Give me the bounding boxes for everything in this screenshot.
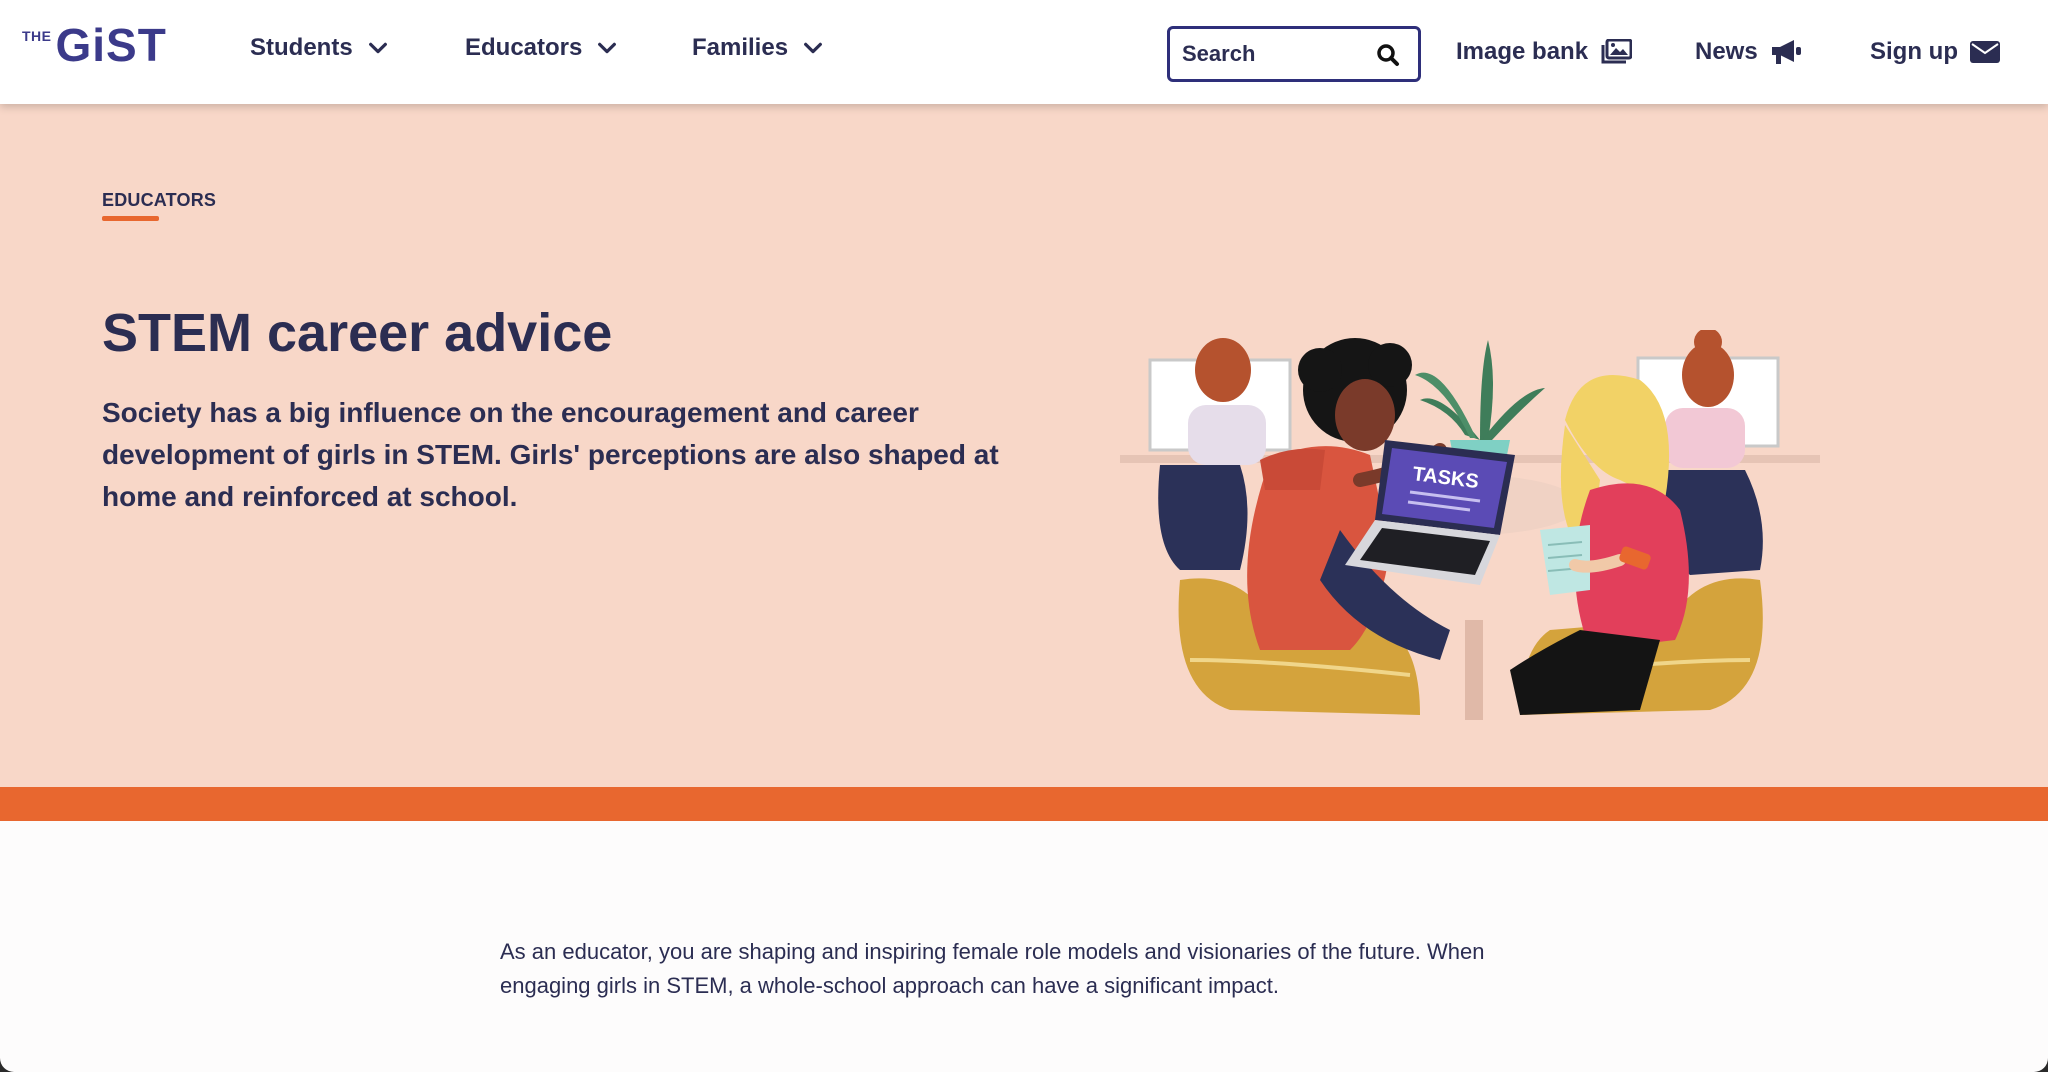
hero-accent-band [0,787,2048,821]
intro-paragraph: As an educator, you are shaping and insp… [500,939,1485,998]
eyebrow-underline [102,216,159,221]
nav-educators[interactable]: Educators [465,34,618,62]
site-logo[interactable]: THE GiST [22,22,167,72]
search-box [1167,26,1421,82]
page-title: STEM career advice [102,303,613,363]
image-bank-link[interactable]: Image bank [1456,38,1633,66]
search-icon[interactable] [1376,43,1400,67]
news-label: News [1695,38,1758,65]
hero-lede: Society has a big influence on the encou… [102,397,999,512]
site-header: THE GiST Students Educators Families Ima… [0,0,2048,104]
nav-families[interactable]: Families [692,34,824,62]
hero-illustration: TASKS [1120,330,1820,720]
search-input[interactable] [1182,41,1362,67]
megaphone-icon [1771,40,1801,64]
logo-gist: GiST [55,19,167,71]
envelope-icon [1969,41,2000,63]
section-eyebrow[interactable]: EDUCATORS [102,190,216,211]
nav-families-label: Families [692,34,789,61]
page: THE GiST Students Educators Families Ima… [0,0,2048,1072]
nav-students[interactable]: Students [250,34,389,62]
chevron-down-icon [598,42,617,54]
image-bank-label: Image bank [1456,38,1589,65]
image-bank-icon [1601,39,1633,64]
nav-educators-label: Educators [465,34,583,61]
logo-the: THE [22,28,52,44]
nav-students-label: Students [250,34,353,61]
chevron-down-icon [368,42,387,54]
sign-up-link[interactable]: Sign up [1870,38,2000,66]
chevron-down-icon [804,42,822,54]
sign-up-label: Sign up [1870,38,1958,65]
news-link[interactable]: News [1695,38,1802,66]
